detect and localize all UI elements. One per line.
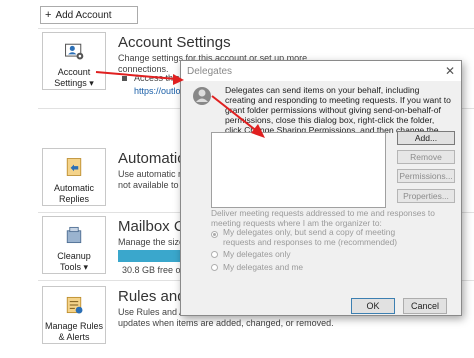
- arrow-line: [211, 95, 259, 133]
- arrow-line: [95, 71, 177, 80]
- arrow-head-icon: [173, 74, 184, 85]
- annotation-arrows: [95, 71, 265, 138]
- arrow-head-icon: [251, 124, 265, 138]
